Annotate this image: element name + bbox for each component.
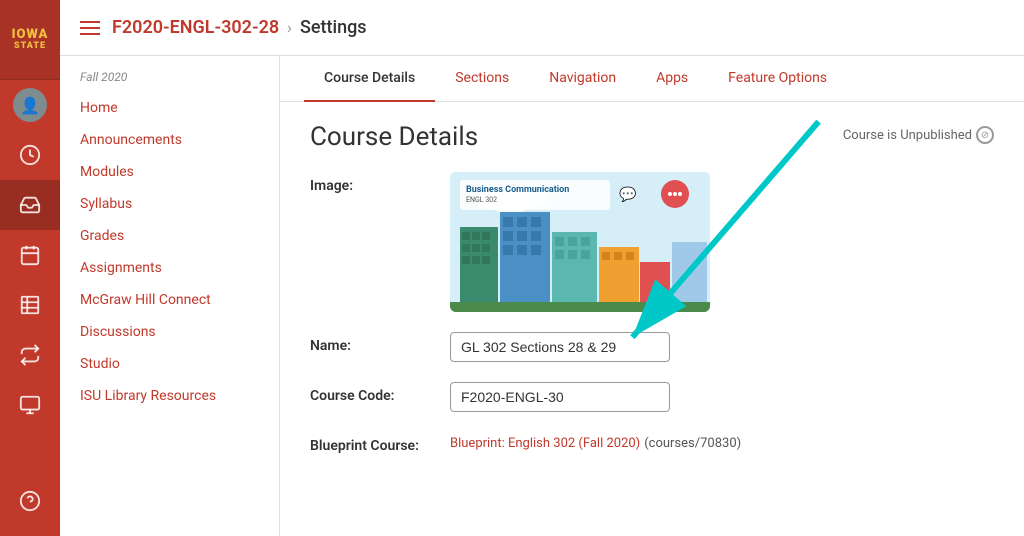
topbar: F2020-ENGL-302-28 › Settings — [60, 0, 1024, 56]
image-row: Image: — [310, 172, 994, 312]
gradebook-icon — [19, 294, 41, 316]
logo-state: STATE — [14, 41, 46, 52]
inbox-icon — [19, 194, 41, 216]
clock-icon — [19, 144, 41, 166]
calendar-sidebar-icon[interactable] — [0, 230, 60, 280]
nav-syllabus[interactable]: Syllabus — [60, 188, 279, 220]
nav-grades[interactable]: Grades — [60, 220, 279, 252]
course-code-row: Course Code: — [310, 382, 994, 412]
breadcrumb: F2020-ENGL-302-28 › Settings — [112, 17, 367, 38]
tab-feature-options[interactable]: Feature Options — [708, 56, 847, 102]
nav-discussions[interactable]: Discussions — [60, 316, 279, 348]
user-avatar: 👤 — [13, 88, 47, 122]
name-value — [450, 332, 994, 362]
name-row: Name: — [310, 332, 994, 362]
image-value: Business Communication ENGL 302 💬 — [450, 172, 994, 312]
tab-navigation[interactable]: Navigation — [529, 56, 636, 102]
city-illustration: Business Communication ENGL 302 💬 — [450, 172, 710, 312]
svg-text:ENGL 302: ENGL 302 — [466, 196, 497, 204]
name-label: Name: — [310, 332, 430, 354]
course-image[interactable]: Business Communication ENGL 302 💬 — [450, 172, 710, 312]
main-panel: Course Details Sections Navigation Apps … — [280, 56, 1024, 536]
course-code-label: Course Code: — [310, 382, 430, 404]
avatar-sidebar-icon[interactable]: 👤 — [0, 80, 60, 130]
computer-icon — [19, 394, 41, 416]
calendar-icon — [19, 244, 41, 266]
tab-course-details[interactable]: Course Details — [304, 56, 435, 102]
tab-apps[interactable]: Apps — [636, 56, 708, 102]
svg-text:Business Communication: Business Communication — [466, 185, 569, 195]
name-input[interactable] — [450, 332, 670, 362]
unpublished-icon: ⊘ — [976, 126, 994, 144]
tab-sections[interactable]: Sections — [435, 56, 529, 102]
nav-isu-library[interactable]: ISU Library Resources — [60, 380, 279, 412]
course-code-value — [450, 382, 994, 412]
nav-home[interactable]: Home — [60, 92, 279, 124]
logo-iowa: IOWA — [12, 28, 49, 41]
left-navigation: Fall 2020 Home Announcements Modules Syl… — [60, 56, 280, 536]
computer-sidebar-icon[interactable] — [0, 380, 60, 430]
hamburger-menu[interactable] — [80, 21, 100, 35]
gradebook-sidebar-icon[interactable] — [0, 280, 60, 330]
main-wrapper: F2020-ENGL-302-28 › Settings Fall 2020 H… — [60, 0, 1024, 536]
svg-text:💬: 💬 — [619, 186, 637, 203]
help-sidebar-icon[interactable] — [0, 476, 60, 526]
breadcrumb-course-link[interactable]: F2020-ENGL-302-28 — [112, 17, 279, 38]
blueprint-courses-text: (courses/70830) — [644, 436, 741, 451]
nav-announcements[interactable]: Announcements — [60, 124, 279, 156]
nav-modules[interactable]: Modules — [60, 156, 279, 188]
help-icon — [19, 490, 41, 512]
unpublished-badge: Course is Unpublished ⊘ — [843, 126, 994, 144]
commons-icon — [19, 344, 41, 366]
breadcrumb-separator: › — [287, 18, 292, 37]
unpublished-label: Course is Unpublished — [843, 128, 972, 143]
blueprint-link[interactable]: Blueprint: English 302 (Fall 2020) — [450, 436, 640, 451]
nav-assignments[interactable]: Assignments — [60, 252, 279, 284]
semester-label: Fall 2020 — [60, 56, 279, 92]
clock-sidebar-icon[interactable] — [0, 130, 60, 180]
commons-sidebar-icon[interactable] — [0, 330, 60, 380]
breadcrumb-current-page: Settings — [300, 17, 367, 38]
image-label: Image: — [310, 172, 430, 194]
course-code-input[interactable] — [450, 382, 670, 412]
content-area: Fall 2020 Home Announcements Modules Syl… — [60, 56, 1024, 536]
blueprint-row: Blueprint Course: Blueprint: English 302… — [310, 432, 994, 454]
nav-mcgrawhill[interactable]: McGraw Hill Connect — [60, 284, 279, 316]
nav-studio[interactable]: Studio — [60, 348, 279, 380]
iowa-state-logo: IOWA STATE — [0, 0, 60, 80]
blueprint-value: Blueprint: English 302 (Fall 2020) (cour… — [450, 432, 994, 451]
inbox-sidebar-icon[interactable] — [0, 180, 60, 230]
blueprint-label: Blueprint Course: — [310, 432, 430, 454]
course-details-section: Course Details Course is Unpublished ⊘ I… — [280, 102, 1024, 494]
tabs-bar: Course Details Sections Navigation Apps … — [280, 56, 1024, 102]
sidebar: IOWA STATE 👤 — [0, 0, 60, 536]
